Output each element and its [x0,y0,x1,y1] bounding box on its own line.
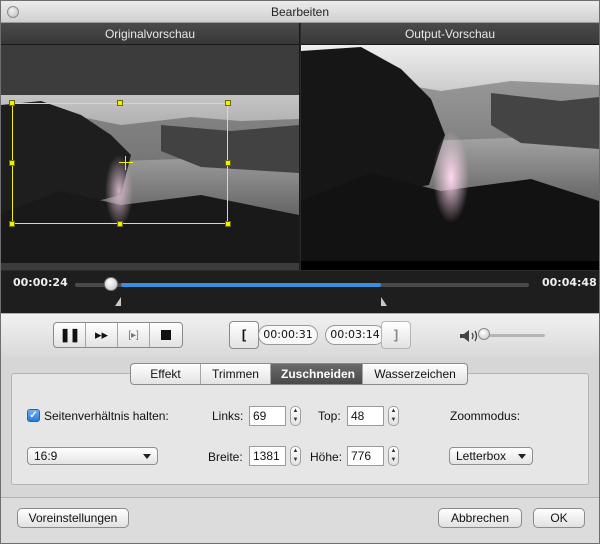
tab-effekt[interactable]: Effekt [131,364,201,384]
total-time: 00:04:48 [542,276,597,289]
width-stepper[interactable]: ▲ ▼ [290,446,301,466]
selected-range [121,283,381,287]
top-stepper[interactable]: ▲ ▼ [388,406,399,426]
aspect-ratio-select[interactable]: 16:9 [27,447,158,465]
start-time-field[interactable]: 00:00:31 [258,325,318,345]
left-input[interactable]: 69 [249,406,286,426]
crop-handle[interactable] [117,100,123,106]
presets-button[interactable]: Voreinstellungen [17,508,129,528]
height-input[interactable]: 776 [347,446,384,466]
set-end-button[interactable]: ] [381,321,411,349]
crop-handle[interactable] [225,100,231,106]
mark-out-icon: ] [393,327,399,342]
snapshot-icon: [▸] [128,329,139,341]
dialog-footer: Voreinstellungen Abbrechen OK [1,497,599,543]
trim-end-marker[interactable] [381,297,387,306]
top-label: Top: [318,409,341,423]
tab-zuschneiden[interactable]: Zuschneiden [271,364,363,384]
output-preview-header: Output-Vorschau [301,23,599,45]
pause-button[interactable]: ❚❚ [54,323,86,347]
cancel-button[interactable]: Abbrechen [438,508,522,528]
crop-handle[interactable] [9,100,15,106]
zoom-mode-label: Zoommodus: [450,409,521,423]
end-time-field[interactable]: 00:03:14 [325,325,385,345]
mark-in-icon: [ [241,327,247,342]
crop-handle[interactable] [9,160,15,166]
crop-settings-panel [11,373,589,485]
current-time: 00:00:24 [13,276,68,289]
preview-area: Originalvorschau Output-Vorschau 00:00:2… [1,23,599,313]
volume-handle[interactable] [478,328,490,340]
output-preview [301,45,599,270]
tab-wasserzeichen[interactable]: Wasserzeichen [363,364,467,384]
timeline-bar: 00:00:24 00:04:48 [1,271,599,313]
aspect-ratio-value: 16:9 [34,449,58,463]
stop-button[interactable] [150,323,182,347]
title-bar: Bearbeiten [1,1,599,23]
playhead-handle[interactable] [104,277,119,291]
crop-handle[interactable] [9,221,15,227]
tab-trimmen[interactable]: Trimmen [201,364,271,384]
height-label: Höhe: [310,450,343,464]
volume-slider[interactable] [481,334,545,337]
set-start-button[interactable]: [ [229,321,259,349]
original-preview[interactable] [1,45,300,270]
output-preview-image [301,45,599,261]
snapshot-button[interactable]: [▸] [118,323,150,347]
playback-controls: ❚❚ ▸▸ [▸] [ 00:00:31 00:03:14 ] [1,313,599,357]
fast-forward-icon: ▸▸ [94,327,109,342]
crop-handle[interactable] [117,221,123,227]
height-stepper[interactable]: ▲ ▼ [388,446,399,466]
keep-ratio-checkbox[interactable]: ✓ [27,409,40,422]
zoom-mode-value: Letterbox [456,449,507,463]
window-title: Bearbeiten [270,5,330,19]
crop-handle[interactable] [225,221,231,227]
close-icon[interactable] [7,6,19,18]
pause-icon: ❚❚ [59,327,81,342]
width-label: Breite: [208,450,243,464]
chevron-down-icon [143,454,151,459]
keep-ratio-label: Seitenverhältnis halten: [44,409,169,423]
ok-button[interactable]: OK [533,508,585,528]
playback-buttons: ❚❚ ▸▸ [▸] [53,322,183,348]
left-stepper[interactable]: ▲ ▼ [290,406,301,426]
crop-frame[interactable] [9,100,231,227]
original-preview-header: Originalvorschau [1,23,300,45]
trim-start-marker[interactable] [115,297,121,306]
fast-forward-button[interactable]: ▸▸ [86,323,118,347]
original-preview-image [1,95,299,263]
chevron-down-icon [518,454,526,459]
width-input[interactable]: 1381 [249,446,286,466]
top-input[interactable]: 48 [347,406,384,426]
zoom-mode-select[interactable]: Letterbox [449,447,533,465]
edit-window: Bearbeiten Originalvorschau Output-Vorsc… [0,0,600,544]
crop-center-icon[interactable] [119,156,133,170]
edit-tabs: Effekt Trimmen Zuschneiden Wasserzeichen [130,363,468,385]
left-label: Links: [212,409,244,423]
crop-handle[interactable] [225,160,231,166]
stop-icon [161,330,171,340]
